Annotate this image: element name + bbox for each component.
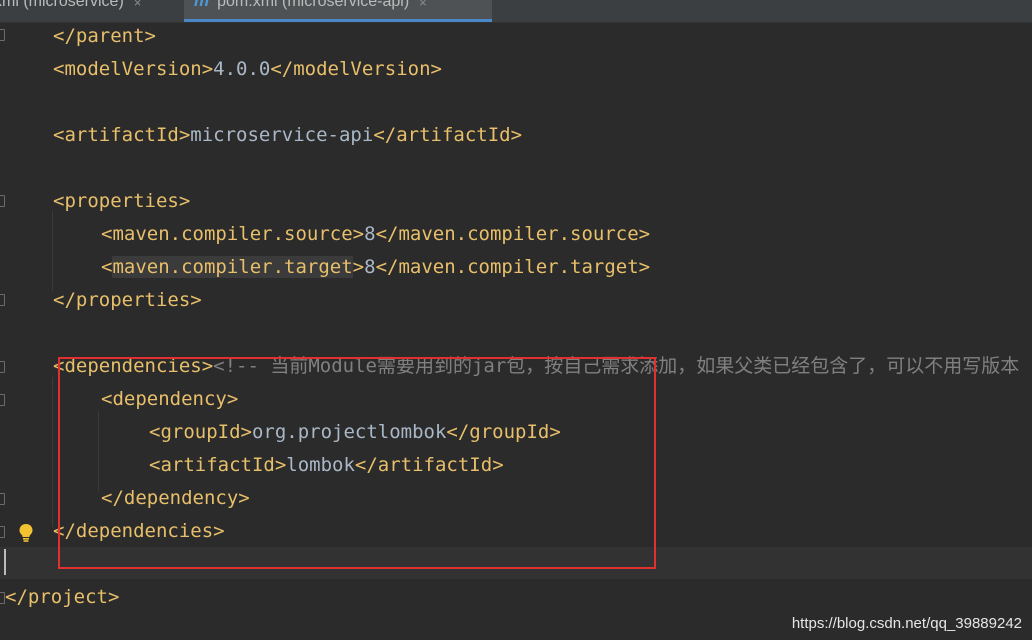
editor-tab-bar: xml (microservice) × m pom.xml (microser… [0,0,1032,23]
close-icon[interactable]: × [419,0,427,10]
xml-tag: </parent> [53,25,156,47]
xml-tag: </maven.compiler.source> [375,223,651,245]
code-line-6: <properties> [53,188,190,221]
xml-tag: <modelVersion> [53,58,214,80]
xml-text: 8 [364,256,376,278]
fold-marker-icon[interactable] [0,394,5,406]
code-line-18: </project> [5,584,119,617]
code-line-8: <maven.compiler.target>8</maven.compiler… [101,254,650,287]
xml-tag: </maven.compiler.target> [375,256,651,278]
xml-tag: > [352,256,365,278]
xml-tag: < [101,223,113,245]
close-icon[interactable]: × [134,0,142,10]
maven-icon: m [194,0,210,10]
fold-marker-icon[interactable] [0,195,5,207]
xml-tag: </properties> [53,289,202,311]
xml-tag: < [101,256,113,278]
fold-marker-icon[interactable] [0,526,5,538]
indent-guide [52,211,53,291]
xml-text: 4.0.0 [213,58,271,80]
xml-tag: <properties> [53,190,191,212]
watermark: https://blog.csdn.net/qq_39889242 [791,615,1022,632]
xml-tag-name: maven.compiler.source [112,223,353,245]
xml-text: microservice-api [190,124,374,146]
xml-tag: > [352,223,365,245]
tab-label: pom.xml (microservice-api) [217,0,410,10]
fold-marker-icon[interactable] [0,294,5,306]
xml-text: 8 [364,223,376,245]
xml-tag: </artifactId> [373,124,523,146]
code-line-4: <artifactId>microservice-api</artifactId… [53,122,522,155]
annotation-highlight-box [58,357,656,569]
code-line-1: </parent> [53,23,156,56]
xml-tag-name-highlighted: maven.compiler.target [112,256,353,278]
code-line-9: </properties> [53,287,202,320]
fold-marker-icon[interactable] [0,361,5,373]
xml-tag: <artifactId> [53,124,191,146]
xml-tag: </project> [5,586,120,608]
fold-marker-icon[interactable] [0,493,5,505]
tab-microservice-pom[interactable]: xml (microservice) × [0,0,141,22]
code-line-7: <maven.compiler.source>8</maven.compiler… [101,221,650,254]
text-caret [4,549,6,575]
tab-label: xml (microservice) [0,0,124,10]
code-line-2: <modelVersion>4.0.0</modelVersion> [53,56,442,89]
gutter [0,23,40,640]
xml-tag: </modelVersion> [270,58,442,80]
indent-guide [52,377,53,527]
fold-marker-icon[interactable] [0,29,5,41]
lightbulb-icon[interactable] [18,523,34,543]
